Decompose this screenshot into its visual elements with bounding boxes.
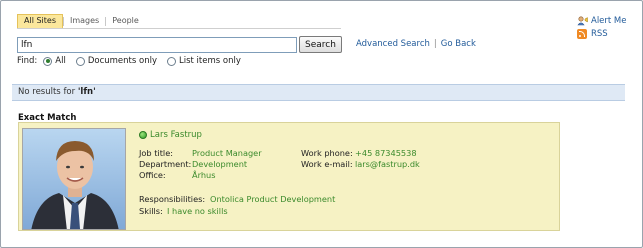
tabs-underline <box>17 28 341 29</box>
find-option-label: Documents only <box>87 56 157 66</box>
radio-all[interactable] <box>43 56 53 66</box>
find-option-documents[interactable]: Documents only <box>75 56 157 66</box>
work-phone-label: Work phone: <box>301 148 353 158</box>
person-photo[interactable] <box>22 128 126 230</box>
tab-all-sites[interactable]: All Sites <box>17 14 63 28</box>
rss-icon <box>577 28 587 39</box>
go-back-link[interactable]: Go Back <box>441 39 476 49</box>
exact-match-card: Lars Fastrup Job title: Product Manager … <box>18 122 560 231</box>
office-label: Office: <box>139 170 166 180</box>
work-email-link[interactable]: lars@fastrup.dk <box>355 159 420 169</box>
department-label: Department: <box>139 159 192 169</box>
search-input[interactable] <box>17 37 297 53</box>
responsibilities-value[interactable]: Ontolica Product Development <box>210 194 335 204</box>
tab-people[interactable]: People <box>106 15 145 28</box>
find-option-list-items[interactable]: List items only <box>166 56 241 66</box>
advanced-search-link[interactable]: Advanced Search <box>356 39 430 49</box>
department-value: Development <box>192 159 248 169</box>
find-option-label: All <box>55 56 66 66</box>
presence-online-icon <box>139 131 147 139</box>
results-status-bar: No results for 'lfn' <box>12 84 625 101</box>
job-title-value: Product Manager <box>192 148 262 158</box>
alert-me-icon <box>577 15 588 26</box>
tab-images[interactable]: Images <box>64 15 105 28</box>
alert-me-link[interactable]: Alert Me <box>577 14 627 27</box>
find-option-label: List items only <box>178 56 241 66</box>
find-filter: Find: All Documents only List items only <box>17 56 251 66</box>
radio-documents[interactable] <box>75 56 85 66</box>
skills-label: Skills: <box>139 206 163 216</box>
find-label: Find: <box>17 56 38 66</box>
find-option-all[interactable]: All <box>43 56 66 66</box>
responsibilities-label: Responsibilities: <box>139 194 206 204</box>
work-phone-value: +45 87345538 <box>355 148 417 158</box>
rss-label: RSS <box>591 28 608 39</box>
radio-list-items[interactable] <box>166 56 176 66</box>
page-actions: Alert Me RSS <box>577 14 627 40</box>
status-query: 'lfn' <box>77 87 96 97</box>
rss-link[interactable]: RSS <box>577 27 627 40</box>
person-name-link[interactable]: Lars Fastrup <box>150 130 202 140</box>
person-name[interactable]: Lars Fastrup <box>139 130 202 140</box>
search-button[interactable]: Search <box>299 36 342 53</box>
work-email-label: Work e-mail: <box>301 159 353 169</box>
link-separator: | <box>433 39 437 49</box>
skills-value[interactable]: I have no skills <box>167 206 228 216</box>
job-title-label: Job title: <box>139 148 173 158</box>
alert-me-label: Alert Me <box>591 15 627 26</box>
search-links: Advanced Search | Go Back <box>356 39 476 49</box>
scope-tabs: All Sites Images People <box>17 13 145 28</box>
status-text: No results for <box>18 87 78 97</box>
office-value: Århus <box>192 170 216 180</box>
